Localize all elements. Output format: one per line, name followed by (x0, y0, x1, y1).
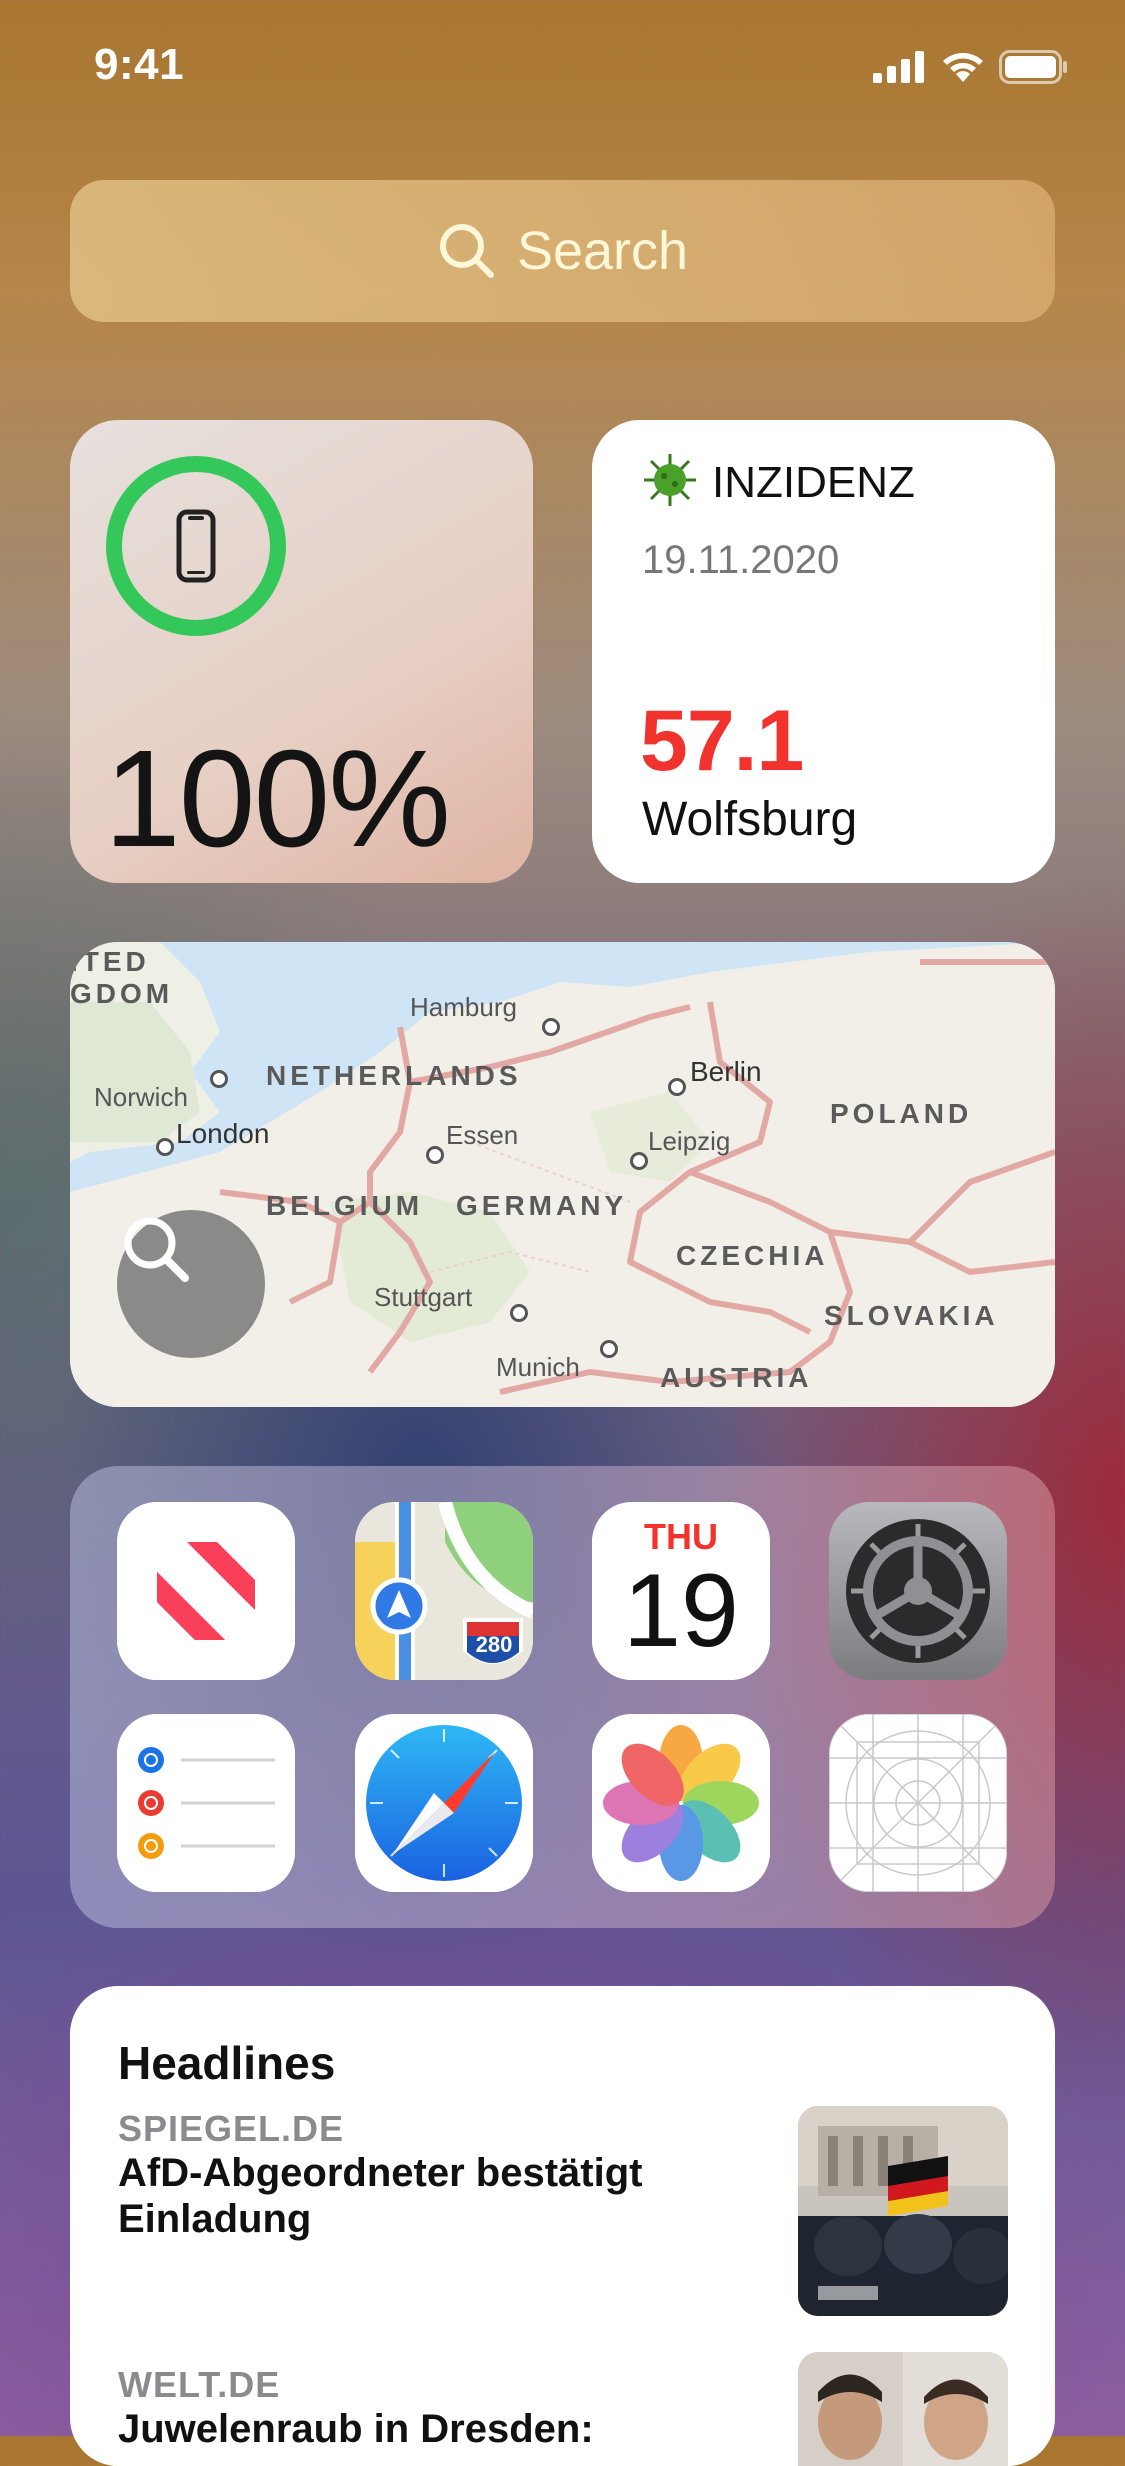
city-dot-stuttgart (510, 1304, 528, 1322)
city-dot-leipzig (630, 1152, 648, 1170)
app-calendar[interactable]: THU 19 (592, 1502, 770, 1680)
inzidenz-city: Wolfsburg (642, 793, 858, 846)
app-grid-placeholder-icon (829, 1714, 1007, 1892)
iphone-icon (176, 509, 216, 583)
maps-shield-number: 280 (475, 1632, 513, 1657)
wifi-icon (943, 53, 983, 82)
app-reminders[interactable] (117, 1714, 295, 1892)
search-label: Search (516, 221, 689, 281)
search-bar[interactable]: Search (70, 180, 1055, 322)
app-placeholder[interactable] (829, 1714, 1007, 1892)
inzidenz-title: INZIDENZ (712, 458, 915, 507)
battery-percentage: 100% (104, 722, 451, 876)
status-bar: 9:41 (0, 0, 1125, 130)
inzidenz-value: 57.1 (640, 693, 804, 789)
country-label-germany: GERMANY (456, 1190, 628, 1221)
news-headline[interactable]: AfD-Abgeordneter bestätigt Einladung (118, 2150, 718, 2242)
app-photos[interactable] (592, 1714, 770, 1892)
city-label-stuttgart: Stuttgart (374, 1282, 473, 1312)
city-label-munich: Munich (496, 1352, 580, 1382)
cellular-signal-icon (873, 51, 924, 83)
battery-widget[interactable]: 100% (70, 420, 533, 883)
news-headline[interactable]: Juwelenraub in Dresden: (118, 2406, 718, 2452)
settings-gear-icon (829, 1502, 1007, 1680)
search-icon (124, 1217, 189, 1282)
map-widget[interactable]: ITED GDOM Hamburg Norwich London Berlin … (70, 942, 1055, 1407)
city-dot-berlin (668, 1078, 686, 1096)
city-label-essen: Essen (446, 1120, 519, 1150)
status-time: 9:41 (94, 40, 185, 89)
safari-compass-icon (355, 1714, 533, 1892)
app-maps[interactable]: 280 (355, 1502, 533, 1680)
news-title: Headlines (118, 2037, 336, 2089)
city-dot-essen (426, 1146, 444, 1164)
country-label-poland: POLAND (830, 1098, 973, 1129)
news-source: WELT.DE (118, 2364, 281, 2405)
battery-icon (999, 50, 1067, 84)
city-dot-hamburg (542, 1018, 560, 1036)
country-label-czechia: CZECHIA (676, 1240, 829, 1271)
news-icon (117, 1502, 295, 1680)
app-settings[interactable] (829, 1502, 1007, 1680)
inzidenz-date: 19.11.2020 (642, 538, 840, 582)
city-dot-norwich (210, 1070, 228, 1088)
status-icons (873, 50, 1069, 84)
calendar-date: 19 (623, 1553, 739, 1669)
map-label-uk-bottom: GDOM (70, 978, 174, 1009)
inzidenz-widget[interactable]: INZIDENZ 19.11.2020 57.1 Wolfsburg (592, 420, 1055, 883)
search-icon (439, 224, 494, 278)
battery-ring (106, 456, 286, 636)
map-search-button[interactable] (117, 1210, 265, 1358)
city-label-berlin: Berlin (690, 1056, 762, 1087)
city-label-hamburg: Hamburg (410, 992, 517, 1022)
country-label-slovakia: SLOVAKIA (824, 1300, 999, 1331)
city-label-london: London (176, 1118, 270, 1149)
news-photo-portraits (798, 2352, 1008, 2466)
city-dot-munich (600, 1340, 618, 1358)
map-label-uk-top: ITED (70, 946, 150, 977)
news-widget[interactable]: Headlines SPIEGEL.DE AfD-Abgeordneter be… (70, 1986, 1055, 2466)
virus-icon (644, 454, 696, 506)
city-label-norwich: Norwich (94, 1082, 188, 1112)
reminders-icon (117, 1714, 295, 1892)
country-label-netherlands: NETHERLANDS (266, 1060, 522, 1091)
news-thumbnail[interactable] (798, 2106, 1008, 2316)
city-dot-london (156, 1138, 174, 1156)
country-label-austria: AUSTRIA (660, 1362, 813, 1393)
photos-flower-icon (592, 1714, 770, 1892)
app-shortcuts-widget: 280 THU 19 (70, 1466, 1055, 1928)
news-photo-protest (798, 2106, 1008, 2316)
app-safari[interactable] (355, 1714, 533, 1892)
country-label-belgium: BELGIUM (266, 1190, 424, 1221)
news-source: SPIEGEL.DE (118, 2108, 345, 2149)
app-news[interactable] (117, 1502, 295, 1680)
news-thumbnail[interactable] (798, 2352, 1008, 2466)
city-label-leipzig: Leipzig (648, 1126, 731, 1156)
